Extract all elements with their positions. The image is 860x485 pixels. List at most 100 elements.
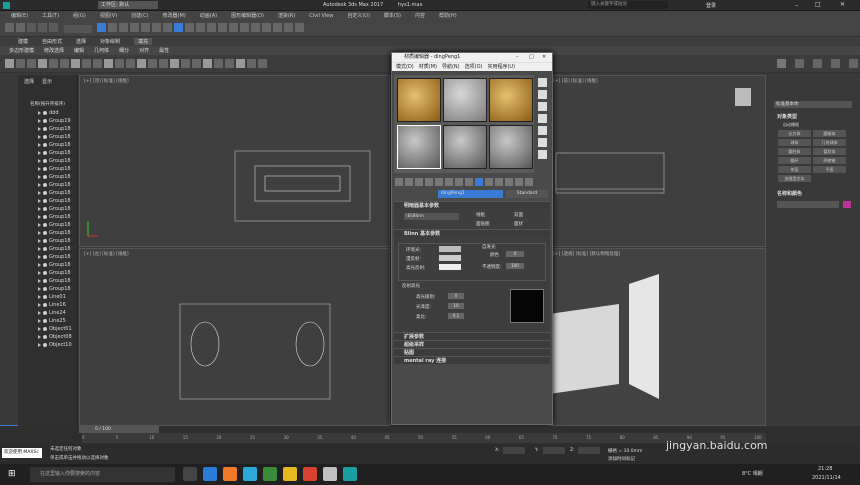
primitive-button[interactable]: 球体 xyxy=(778,139,811,146)
utilities-tab-icon[interactable] xyxy=(849,59,858,68)
ribbon-group[interactable]: 细分 xyxy=(116,47,132,54)
paint-tool-icon[interactable] xyxy=(27,59,36,68)
ribbon-tab[interactable]: 自由形式 xyxy=(42,38,62,45)
menu-item[interactable]: 自定义(U) xyxy=(340,12,377,19)
window-crossing-icon[interactable] xyxy=(130,23,140,32)
menu-item[interactable]: 工具(T) xyxy=(35,12,66,19)
mat-tool-icon[interactable] xyxy=(445,178,453,186)
visibility-eye-icon[interactable] xyxy=(43,343,47,347)
taskbar-search[interactable]: 在这里输入你要搜索的内容 xyxy=(30,467,175,482)
list-item[interactable]: Group18 xyxy=(18,181,77,189)
visibility-eye-icon[interactable] xyxy=(43,255,47,259)
list-item[interactable]: Group18 xyxy=(18,149,77,157)
specular-swatch[interactable] xyxy=(439,264,461,270)
menu-item[interactable]: 组(G) xyxy=(66,12,93,19)
render-icon[interactable] xyxy=(295,23,305,32)
visibility-eye-icon[interactable] xyxy=(43,295,47,299)
rollout-maps[interactable]: 贴图 xyxy=(394,348,550,356)
self-illum-value[interactable]: 0 xyxy=(506,251,524,257)
viewport-left[interactable]: [+] [左] [标准] [线框] xyxy=(79,248,390,426)
rollout-supersampling[interactable]: 超级采样 xyxy=(394,340,550,348)
mat-side-tool-icon[interactable] xyxy=(538,90,547,99)
paint-tool-icon[interactable] xyxy=(214,59,223,68)
expand-arrow-icon[interactable] xyxy=(38,167,41,171)
menu-item[interactable]: Civil View xyxy=(302,13,340,19)
visibility-eye-icon[interactable] xyxy=(43,279,47,283)
ribbon-tab[interactable]: 对象绘制 xyxy=(100,38,120,45)
visibility-eye-icon[interactable] xyxy=(43,239,47,243)
list-item[interactable]: Group18 xyxy=(18,261,77,269)
viewport-label-front[interactable]: [+] [前] [标准] [线框] xyxy=(553,78,598,84)
y-field[interactable] xyxy=(543,447,565,454)
minimize-icon[interactable]: – xyxy=(795,2,798,9)
visibility-eye-icon[interactable] xyxy=(43,143,47,147)
material-slot-4[interactable] xyxy=(397,125,441,169)
object-type-header[interactable]: 对象类型 xyxy=(777,113,797,120)
object-color-swatch[interactable] xyxy=(843,201,851,208)
visibility-eye-icon[interactable] xyxy=(43,199,47,203)
mat-side-tool-icon[interactable] xyxy=(538,114,547,123)
visibility-eye-icon[interactable] xyxy=(43,127,47,131)
primitive-button[interactable]: 圆锥体 xyxy=(813,130,846,137)
viewport-label-top[interactable]: [+] [顶] [标准] [线框] xyxy=(84,78,129,84)
close-icon[interactable]: ✕ xyxy=(840,1,845,8)
expand-arrow-icon[interactable] xyxy=(38,151,41,155)
expand-arrow-icon[interactable] xyxy=(38,239,41,243)
expand-arrow-icon[interactable] xyxy=(38,271,41,275)
visibility-eye-icon[interactable] xyxy=(43,215,47,219)
mat-tool-icon[interactable] xyxy=(395,178,403,186)
taskbar-app-icon[interactable] xyxy=(343,467,357,481)
menu-item[interactable]: 编辑(E) xyxy=(4,12,35,19)
tab-display[interactable]: 显示 xyxy=(42,78,52,85)
list-item[interactable]: Group18 xyxy=(18,141,77,149)
expand-arrow-icon[interactable] xyxy=(38,127,41,131)
paint-tool-icon[interactable] xyxy=(104,59,113,68)
list-item[interactable]: Group18 xyxy=(18,157,77,165)
menu-item[interactable]: 渲染(R) xyxy=(271,12,302,19)
paint-tool-icon[interactable] xyxy=(82,59,91,68)
start-icon[interactable]: ⊞ xyxy=(8,469,16,479)
viewcube-icon[interactable] xyxy=(735,88,751,106)
expand-arrow-icon[interactable] xyxy=(38,231,41,235)
material-slot-6[interactable] xyxy=(489,125,533,169)
visibility-eye-icon[interactable] xyxy=(43,311,47,315)
curve-editor-icon[interactable] xyxy=(240,23,250,32)
clock-time[interactable]: 21:28 xyxy=(818,466,832,472)
list-item[interactable]: Line16 xyxy=(18,301,77,309)
rollout-extended[interactable]: 扩展参数 xyxy=(394,332,550,340)
expand-arrow-icon[interactable] xyxy=(38,343,41,347)
ribbon-tab[interactable]: 填充 xyxy=(134,38,153,45)
paint-tool-icon[interactable] xyxy=(181,59,190,68)
list-item[interactable]: Group18 xyxy=(18,165,77,173)
visibility-eye-icon[interactable] xyxy=(43,119,47,123)
expand-arrow-icon[interactable] xyxy=(38,255,41,259)
ribbon-group[interactable]: 对齐 xyxy=(136,47,152,54)
add-time-tag[interactable]: 添加时间标记 xyxy=(608,456,635,462)
visibility-eye-icon[interactable] xyxy=(43,263,47,267)
ribbon-tab[interactable]: 建模 xyxy=(18,38,28,45)
expand-arrow-icon[interactable] xyxy=(38,215,41,219)
face-map-checkbox[interactable]: 面贴图 xyxy=(476,221,490,227)
list-item[interactable]: Line01 xyxy=(18,293,77,301)
visibility-eye-icon[interactable] xyxy=(43,175,47,179)
paint-tool-icon[interactable] xyxy=(5,59,14,68)
primitive-button[interactable]: 几何球体 xyxy=(813,139,846,146)
bind-icon[interactable] xyxy=(49,23,58,32)
primitive-button[interactable]: 茶壶 xyxy=(778,166,811,173)
list-item[interactable]: Group18 xyxy=(18,285,77,293)
visibility-eye-icon[interactable] xyxy=(43,151,47,155)
primitive-button[interactable]: 圆柱体 xyxy=(778,148,811,155)
percent-snap-icon[interactable] xyxy=(196,23,206,32)
ribbon-group[interactable]: 多边形建模 xyxy=(6,47,37,54)
paint-tool-icon[interactable] xyxy=(203,59,212,68)
search-input[interactable]: 键入关键字或短语 xyxy=(588,1,668,9)
mat-maximize-icon[interactable]: □ xyxy=(529,53,534,62)
paint-tool-icon[interactable] xyxy=(225,59,234,68)
material-slot-1[interactable] xyxy=(397,78,441,122)
mat-side-tool-icon[interactable] xyxy=(538,102,547,111)
list-item[interactable]: Group18 xyxy=(18,205,77,213)
viewport-top[interactable]: [+] [顶] [标准] [线框] xyxy=(79,75,390,247)
paint-tool-icon[interactable] xyxy=(60,59,69,68)
mat-tool-icon[interactable] xyxy=(455,178,463,186)
list-item[interactable]: Group18 xyxy=(18,197,77,205)
